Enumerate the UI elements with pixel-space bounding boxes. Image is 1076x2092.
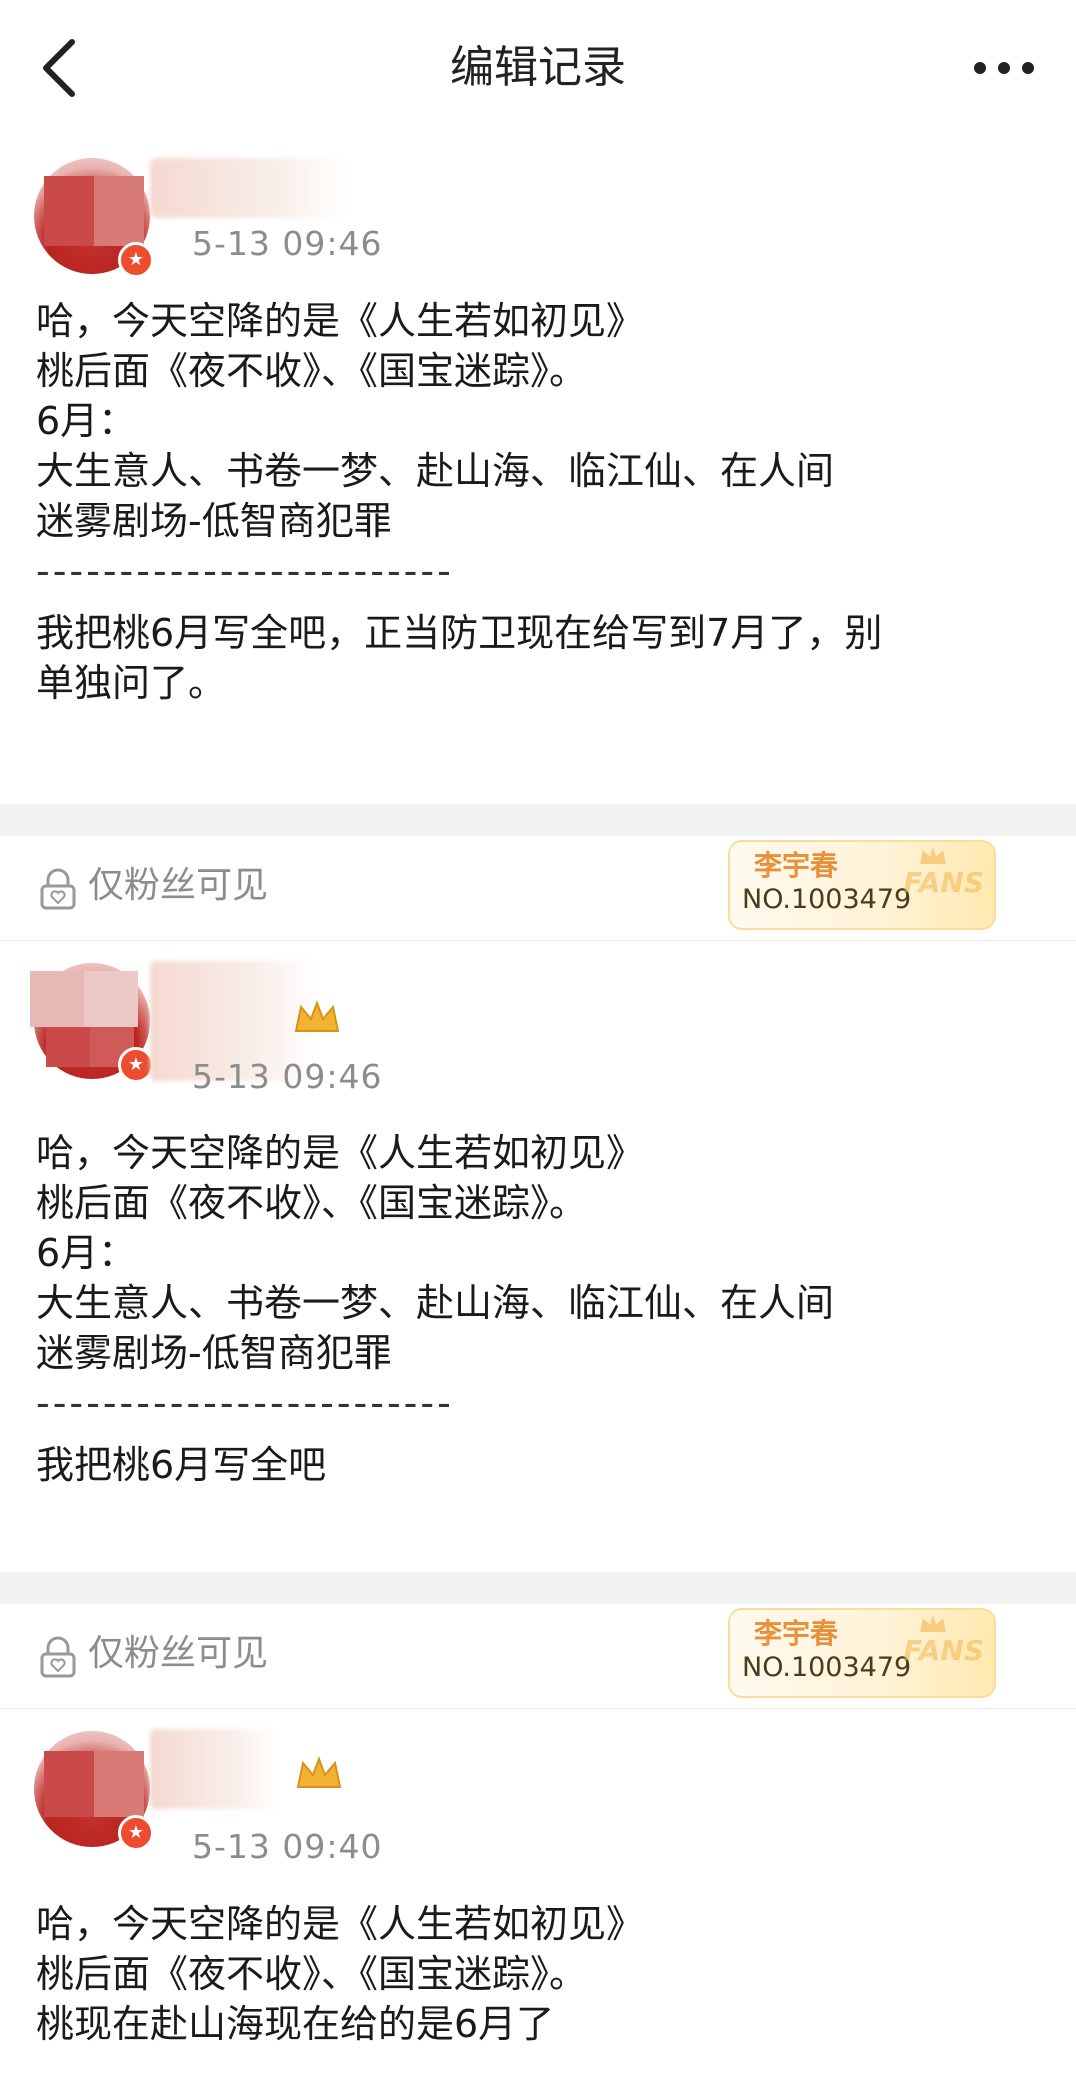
verified-badge-icon: ★ bbox=[118, 1815, 154, 1851]
fans-logo: FANS bbox=[903, 866, 984, 899]
post-timestamp: 5-13 09:40 bbox=[192, 1827, 383, 1866]
fan-badge-name: 李宇春 bbox=[754, 1617, 839, 1650]
more-horizontal-icon[interactable] bbox=[972, 56, 1036, 80]
visibility-row: 仅粉丝可见 李宇春 NO.1003479 FANS bbox=[0, 1604, 1076, 1709]
post-content: 哈，今天空降的是《人生若如初见》 桃后面《夜不收》、《国宝迷踪》。 桃现在赴山海… bbox=[36, 1902, 645, 2046]
fan-badge[interactable]: 李宇春 NO.1003479 FANS bbox=[728, 1608, 996, 1698]
fan-badge-number: NO.1003479 bbox=[742, 1652, 912, 1683]
fans-logo: FANS bbox=[903, 1634, 984, 1667]
post-timestamp: 5-13 09:46 bbox=[192, 1057, 383, 1096]
visibility-label: 仅粉丝可见 bbox=[88, 1633, 269, 1674]
lock-heart-icon bbox=[40, 1636, 76, 1678]
avatar[interactable]: ★ bbox=[34, 158, 154, 278]
username-blurred bbox=[150, 158, 350, 218]
visibility-label: 仅粉丝可见 bbox=[88, 865, 269, 906]
edit-record-1: ★ 5-13 09:46 哈，今天空降的是《人生若如初见》 桃后面《夜不收》、《… bbox=[0, 136, 1076, 804]
username-blurred bbox=[150, 1729, 280, 1809]
fan-badge-number: NO.1003479 bbox=[742, 884, 912, 915]
crown-icon bbox=[294, 1000, 340, 1032]
section-divider bbox=[0, 1572, 1076, 1604]
avatar[interactable]: ★ bbox=[30, 963, 154, 1083]
edit-record-2: ★ 5-13 09:46 哈，今天空降的是《人生若如初见》 桃后面《夜不收》、《… bbox=[0, 941, 1076, 1572]
post-content: 哈，今天空降的是《人生若如初见》 桃后面《夜不收》、《国宝迷踪》。 6月： 大生… bbox=[36, 299, 883, 705]
crown-icon bbox=[920, 847, 946, 864]
lock-heart-icon bbox=[40, 868, 76, 910]
edit-record-3: ★ 5-13 09:40 哈，今天空降的是《人生若如初见》 桃后面《夜不收》、《… bbox=[0, 1709, 1076, 2092]
verified-badge-icon: ★ bbox=[118, 1047, 154, 1083]
post-content: 哈，今天空降的是《人生若如初见》 桃后面《夜不收》、《国宝迷踪》。 6月： 大生… bbox=[36, 1131, 835, 1487]
crown-icon bbox=[296, 1756, 342, 1788]
post-timestamp: 5-13 09:46 bbox=[192, 224, 383, 263]
visibility-row: 仅粉丝可见 李宇春 NO.1003479 FANS bbox=[0, 836, 1076, 941]
section-divider bbox=[0, 804, 1076, 836]
fan-badge[interactable]: 李宇春 NO.1003479 FANS bbox=[728, 840, 996, 930]
crown-icon bbox=[920, 1615, 946, 1632]
avatar[interactable]: ★ bbox=[34, 1731, 154, 1851]
verified-badge-icon: ★ bbox=[118, 242, 154, 278]
page-title: 编辑记录 bbox=[450, 42, 626, 93]
top-bar: 编辑记录 bbox=[0, 0, 1076, 137]
fan-badge-name: 李宇春 bbox=[754, 849, 839, 882]
